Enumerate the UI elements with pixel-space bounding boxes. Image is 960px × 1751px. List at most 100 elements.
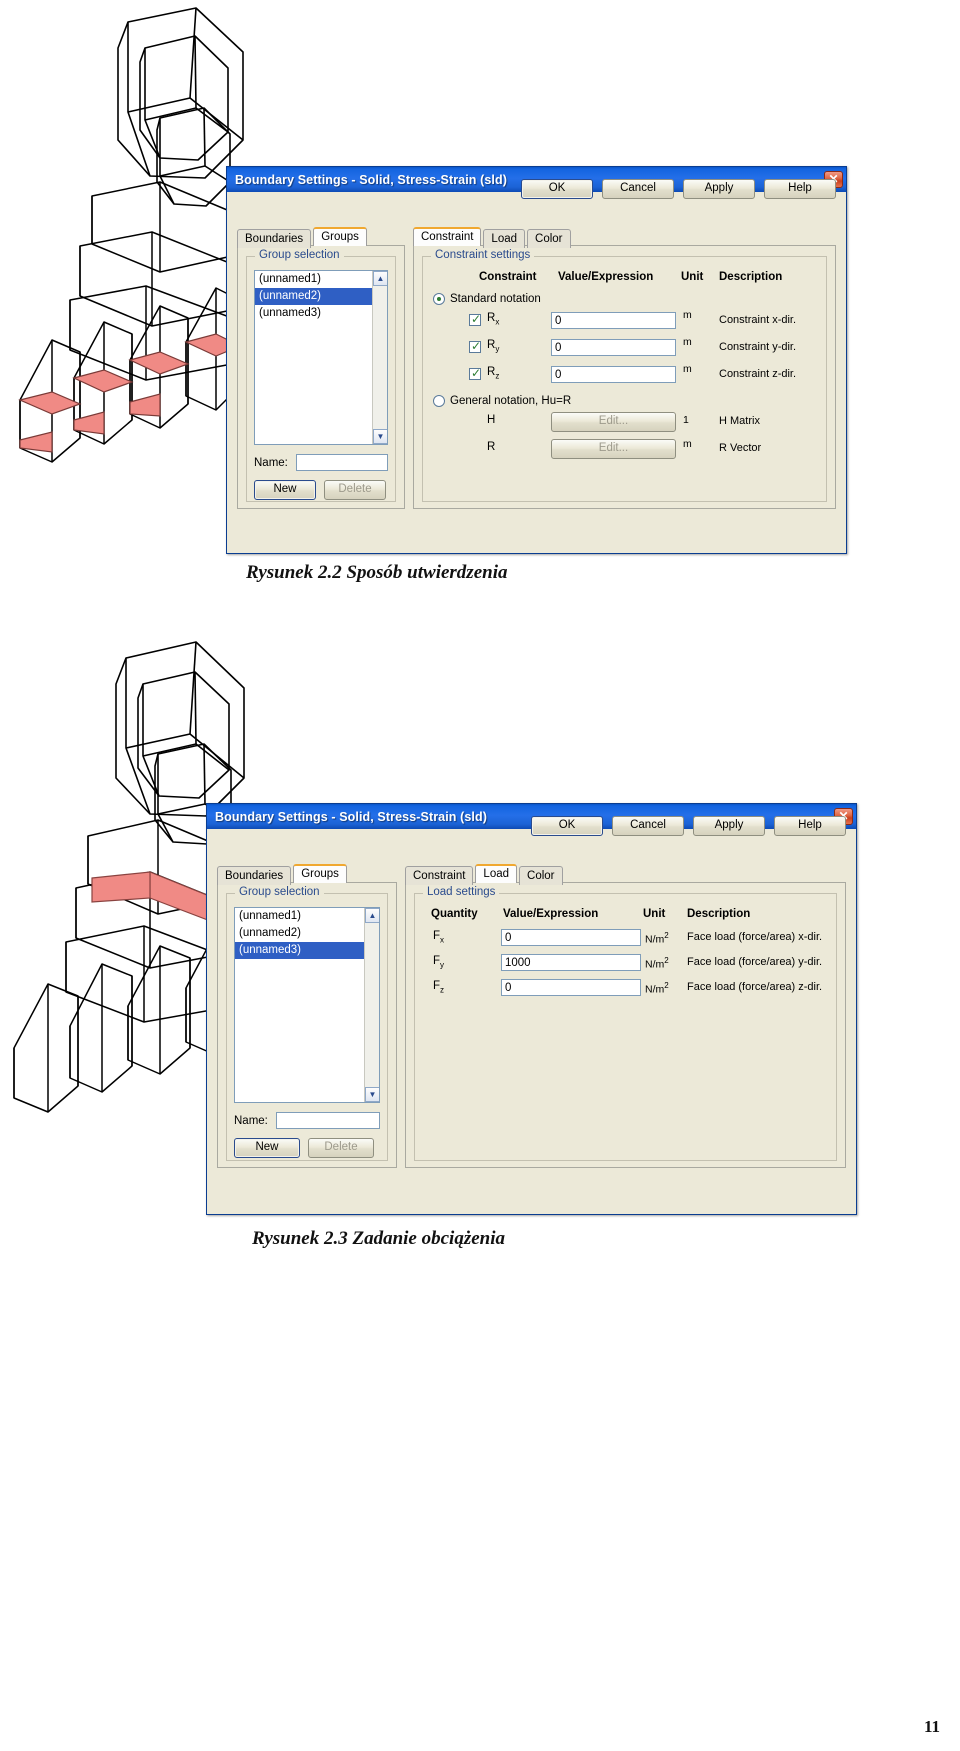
boundary-settings-dialog-constraint[interactable]: Boundary Settings - Solid, Stress-Strain… <box>226 166 847 554</box>
list-scrollbar[interactable]: ▲ ▼ <box>372 271 387 444</box>
scroll-down-icon[interactable]: ▼ <box>365 1087 379 1102</box>
cancel-button[interactable]: Cancel <box>612 816 684 836</box>
checkbox-rz[interactable] <box>469 366 481 380</box>
name-input[interactable] <box>295 454 388 471</box>
load-columns: Quantity Value/Expression Unit Descripti… <box>425 908 826 928</box>
new-group-button[interactable]: New <box>234 1138 300 1158</box>
column-unit: Unit <box>681 271 704 283</box>
value-input-rx[interactable]: 0 <box>551 312 676 329</box>
list-item[interactable]: (unnamed1) <box>255 271 387 288</box>
constraint-columns: Constraint Value/Expression Unit Descrip… <box>433 271 816 289</box>
general-row: R Edit... m R Vector <box>433 438 816 465</box>
list-scrollbar[interactable]: ▲ ▼ <box>364 908 379 1102</box>
tab-groups[interactable]: Groups <box>293 864 347 883</box>
checkbox-rx[interactable] <box>469 312 481 326</box>
symbol-fx: Fx <box>433 930 445 945</box>
figure2-caption: Rysunek 2.3 Zadanie obciążenia <box>252 1228 505 1249</box>
general-row: H Edit... 1 H Matrix <box>433 411 816 438</box>
load-row: Fy 1000 N/m2 Face load (force/area) y-di… <box>425 953 826 978</box>
dialog-title: Boundary Settings - Solid, Stress-Strain… <box>235 172 507 187</box>
tab-load[interactable]: Load <box>483 229 526 248</box>
constraint-settings-legend: Constraint settings <box>431 249 535 261</box>
apply-button[interactable]: Apply <box>693 816 765 836</box>
load-row: Fz 0 N/m2 Face load (force/area) z-dir. <box>425 978 826 1003</box>
description-rx: Constraint x-dir. <box>719 314 797 326</box>
new-group-button[interactable]: New <box>254 480 316 500</box>
groups-panel: Group selection (unnamed1) (unnamed2) (u… <box>217 882 397 1168</box>
dialog-buttons: OK Cancel Apply Help <box>531 816 846 836</box>
tab-load[interactable]: Load <box>475 864 518 883</box>
column-value-expression: Value/Expression <box>503 908 599 920</box>
group-selection-box: Group selection (unnamed1) (unnamed2) (u… <box>226 886 388 1161</box>
list-item[interactable]: (unnamed3) <box>255 305 387 322</box>
list-item[interactable]: (unnamed2) <box>235 925 379 942</box>
scroll-up-icon[interactable]: ▲ <box>373 271 387 286</box>
group-list[interactable]: (unnamed1) (unnamed2) (unnamed3) ▲ ▼ <box>254 270 388 445</box>
edit-h-matrix-button[interactable]: Edit... <box>551 412 676 432</box>
group-list[interactable]: (unnamed1) (unnamed2) (unnamed3) ▲ ▼ <box>234 907 380 1103</box>
right-tabs: Constraint Load Color <box>405 863 846 885</box>
groups-panel: Group selection (unnamed1) (unnamed2) (u… <box>237 245 405 509</box>
value-input-fz[interactable]: 0 <box>501 979 641 996</box>
tab-boundaries[interactable]: Boundaries <box>217 866 292 885</box>
tab-constraint[interactable]: Constraint <box>413 227 482 246</box>
left-pane: Boundaries Groups Group selection (unnam… <box>237 226 405 509</box>
description-fx: Face load (force/area) x-dir. <box>687 931 823 943</box>
value-input-ry[interactable]: 0 <box>551 339 676 356</box>
load-row: Fx 0 N/m2 Face load (force/area) x-dir. <box>425 928 826 953</box>
tab-boundaries[interactable]: Boundaries <box>237 229 312 248</box>
tab-groups[interactable]: Groups <box>313 227 367 246</box>
delete-group-button[interactable]: Delete <box>324 480 386 500</box>
left-tabs: Boundaries Groups <box>217 863 397 885</box>
help-button[interactable]: Help <box>774 816 846 836</box>
left-tabs: Boundaries Groups <box>237 226 405 248</box>
name-input[interactable] <box>275 1112 380 1129</box>
symbol-ry: Ry <box>487 339 500 354</box>
scroll-up-icon[interactable]: ▲ <box>365 908 379 923</box>
value-input-rz[interactable]: 0 <box>551 366 676 383</box>
symbol-fy: Fy <box>433 955 445 970</box>
apply-button[interactable]: Apply <box>683 179 755 199</box>
column-constraint: Constraint <box>479 271 537 283</box>
standard-notation-row[interactable]: Standard notation <box>433 293 816 305</box>
value-input-fy[interactable]: 1000 <box>501 954 641 971</box>
boundary-settings-dialog-load[interactable]: Boundary Settings - Solid, Stress-Strain… <box>206 803 857 1215</box>
radio-general-notation[interactable] <box>433 395 445 407</box>
unit-r: m <box>683 438 692 450</box>
name-label: Name: <box>234 1114 268 1127</box>
symbol-rx: Rx <box>487 312 500 327</box>
general-notation-label: General notation, Hu=R <box>450 395 572 407</box>
ok-button[interactable]: OK <box>531 816 603 836</box>
list-item[interactable]: (unnamed3) <box>235 942 379 959</box>
tab-color[interactable]: Color <box>519 866 563 885</box>
delete-group-button[interactable]: Delete <box>308 1138 374 1158</box>
checkbox-ry[interactable] <box>469 339 481 353</box>
column-unit: Unit <box>643 908 666 920</box>
description-rz: Constraint z-dir. <box>719 368 797 380</box>
edit-r-vector-button[interactable]: Edit... <box>551 439 676 459</box>
column-value-expression: Value/Expression <box>558 271 654 283</box>
unit-rz: m <box>683 363 692 375</box>
dialog-buttons: OK Cancel Apply Help <box>521 179 836 199</box>
column-description: Description <box>687 908 751 920</box>
symbol-rz: Rz <box>487 366 500 381</box>
radio-standard-notation[interactable] <box>433 293 445 305</box>
group-selection-legend: Group selection <box>255 249 344 261</box>
description-ry: Constraint y-dir. <box>719 341 797 353</box>
tab-color[interactable]: Color <box>527 229 571 248</box>
symbol-r: R <box>487 441 496 453</box>
general-notation-row[interactable]: General notation, Hu=R <box>433 395 816 407</box>
unit-ry: m <box>683 336 692 348</box>
tab-constraint[interactable]: Constraint <box>405 866 474 885</box>
right-pane: Constraint Load Color Constraint setting… <box>413 226 836 509</box>
cancel-button[interactable]: Cancel <box>602 179 674 199</box>
ok-button[interactable]: OK <box>521 179 593 199</box>
value-input-fx[interactable]: 0 <box>501 929 641 946</box>
left-pane: Boundaries Groups Group selection (unnam… <box>217 863 397 1168</box>
list-item[interactable]: (unnamed2) <box>255 288 387 305</box>
column-quantity: Quantity <box>431 908 478 920</box>
scroll-down-icon[interactable]: ▼ <box>373 429 387 444</box>
unit-h: 1 <box>683 414 689 426</box>
list-item[interactable]: (unnamed1) <box>235 908 379 925</box>
help-button[interactable]: Help <box>764 179 836 199</box>
